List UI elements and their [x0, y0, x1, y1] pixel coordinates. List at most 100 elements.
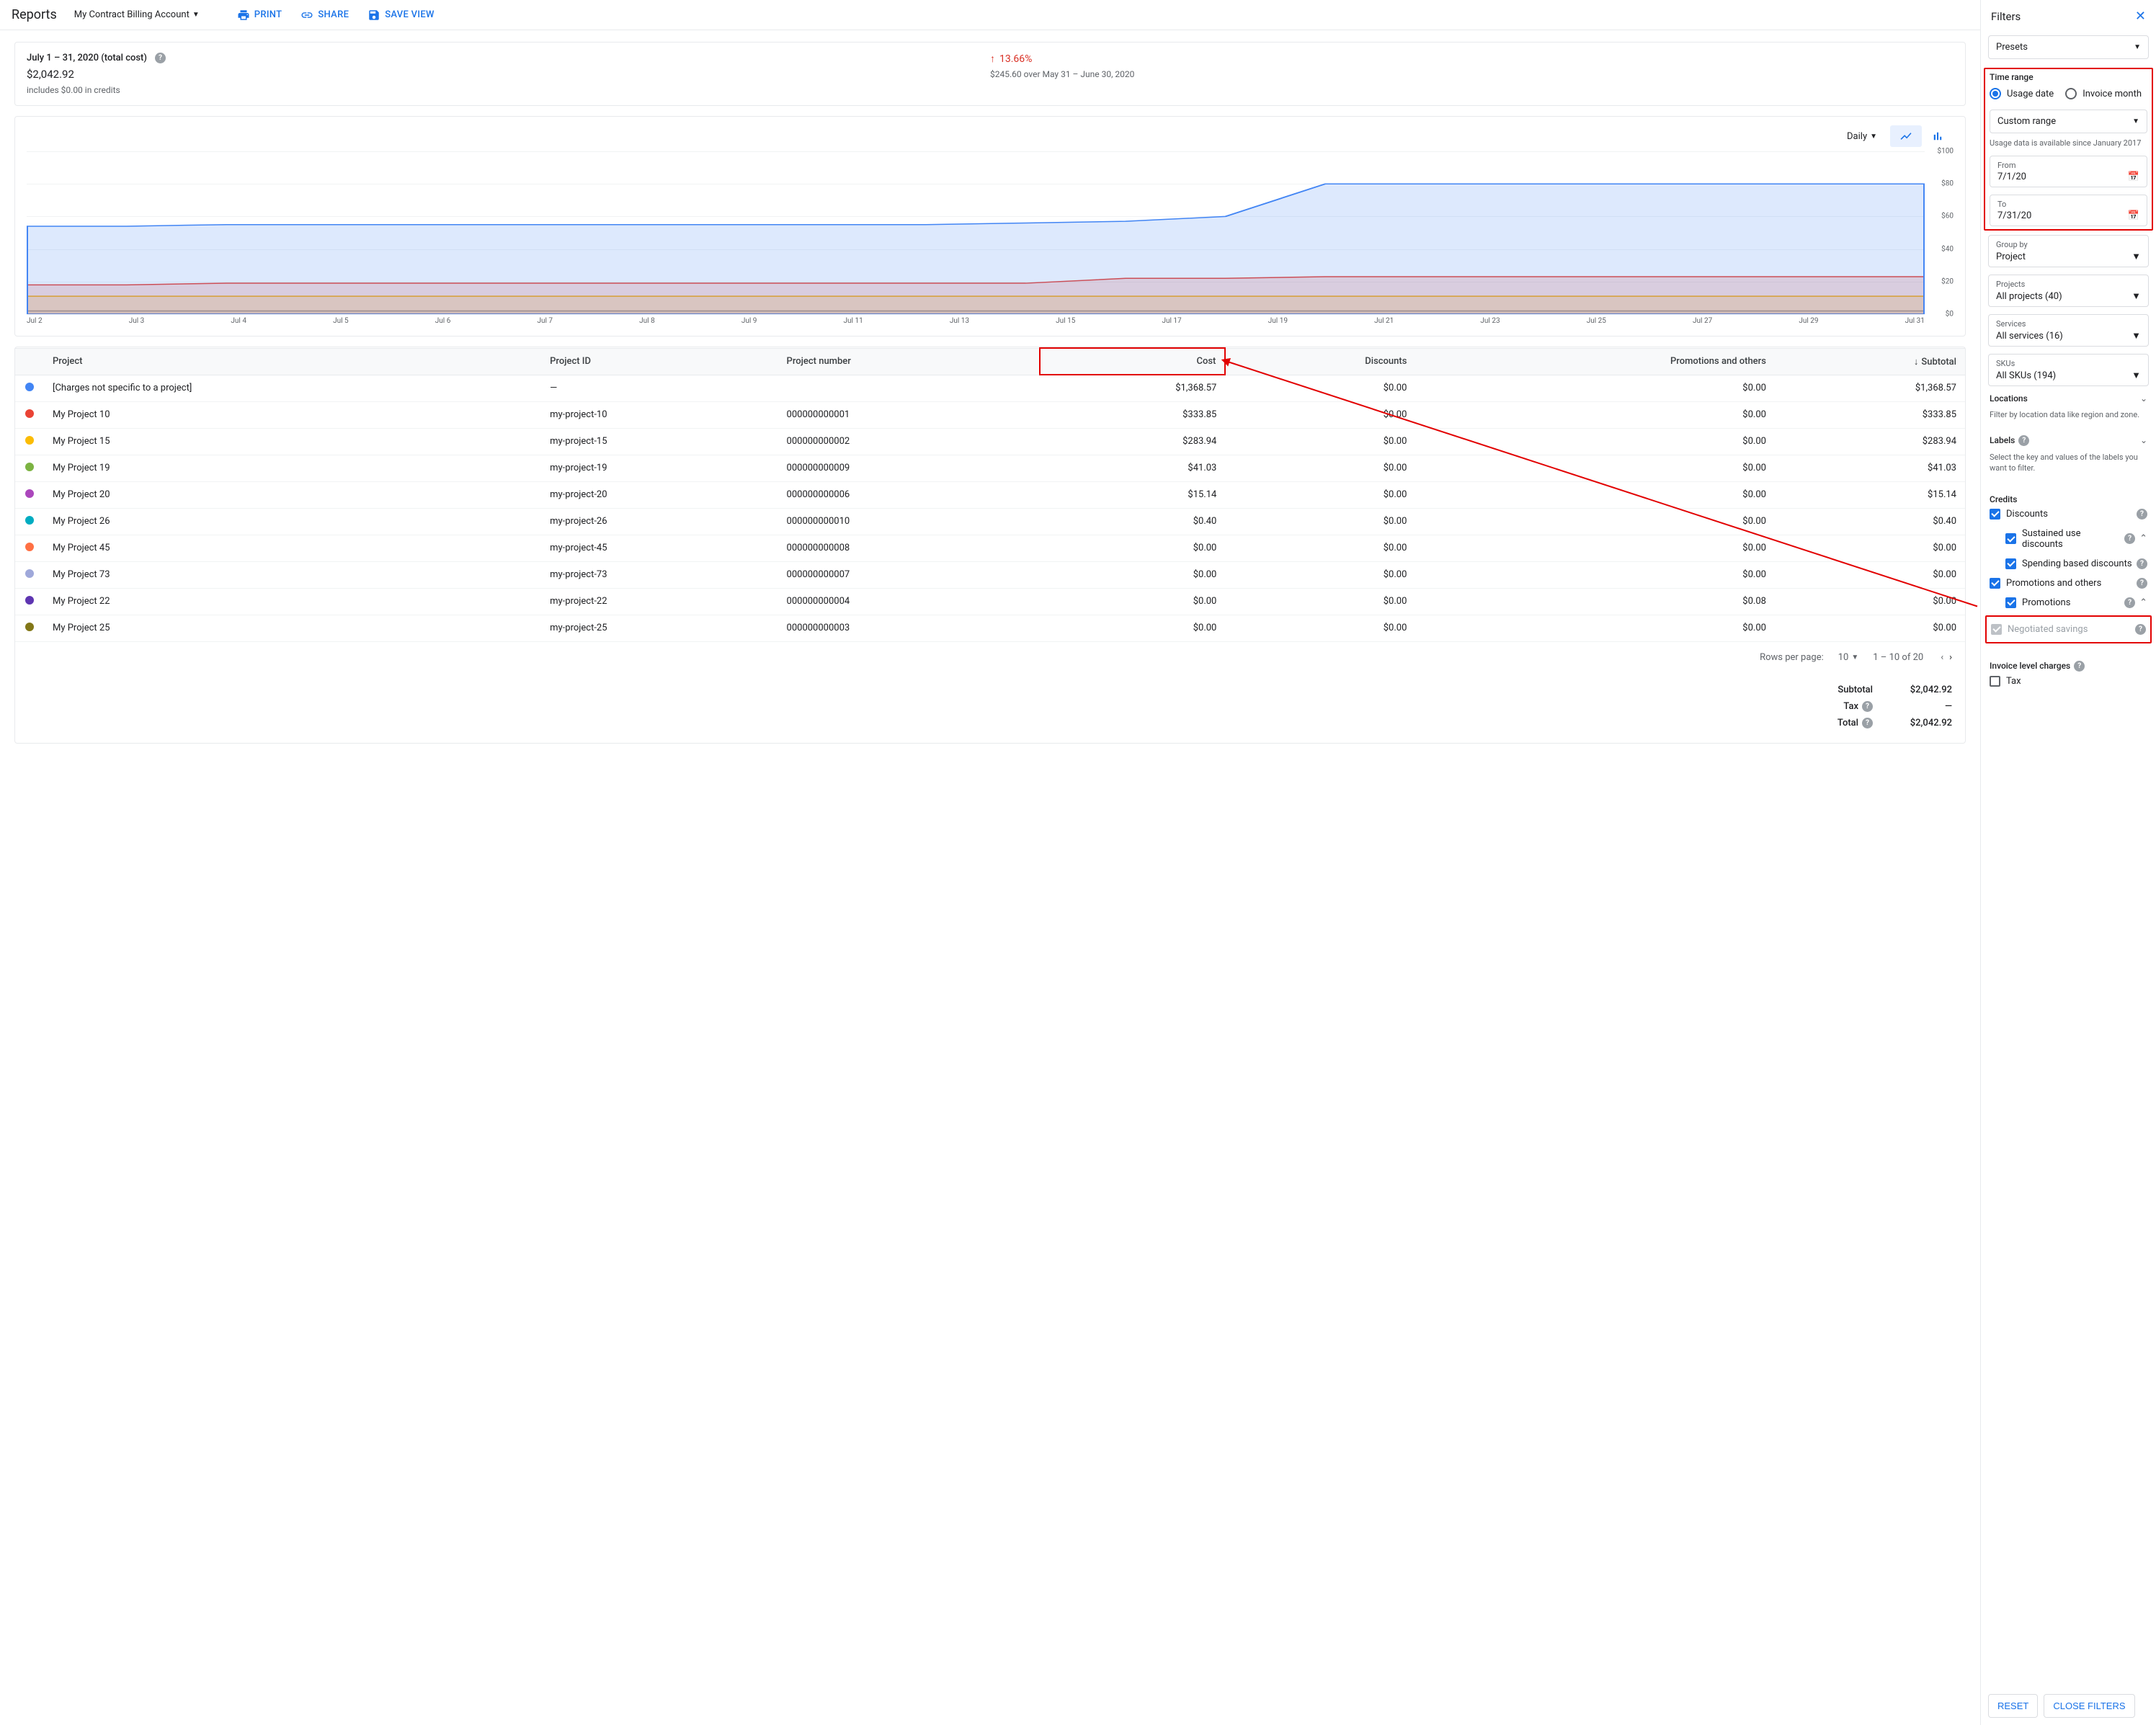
group-by-select[interactable]: Group by Project▼ — [1988, 235, 2149, 267]
filters-title: Filters — [1991, 10, 2021, 23]
services-select[interactable]: Services All services (16)▼ — [1988, 314, 2149, 347]
table-row[interactable]: My Project 22my-project-22000000000004$0… — [15, 588, 1965, 615]
presets-select[interactable]: Presets ▼ — [1988, 35, 2149, 59]
line-chart-icon — [1899, 130, 1912, 143]
summary-card: July 1 – 31, 2020 (total cost) ? $2,042.… — [14, 42, 1966, 106]
date-from-input[interactable]: From 7/1/20📅 — [1990, 156, 2147, 187]
arrow-up-icon: ↑ — [990, 53, 995, 65]
account-selector[interactable]: My Contract Billing Account ▼ — [74, 9, 200, 20]
table-row[interactable]: My Project 20my-project-20000000000006$1… — [15, 481, 1965, 508]
col-discounts[interactable]: Discounts — [1225, 348, 1415, 375]
bar-chart-toggle[interactable] — [1922, 125, 1954, 147]
summary-delta: ↑ 13.66% — [990, 53, 1954, 65]
caret-down-icon: ▼ — [1851, 654, 1858, 661]
col-project-id[interactable]: Project ID — [541, 348, 778, 375]
chevron-down-icon[interactable]: ⌄ — [2140, 435, 2147, 445]
date-to-input[interactable]: To 7/31/20📅 — [1990, 195, 2147, 226]
discounts-checkbox[interactable]: Discounts? — [1990, 504, 2147, 524]
chevron-up-icon[interactable]: ⌃ — [2139, 597, 2147, 608]
help-icon[interactable]: ? — [155, 53, 166, 63]
summary-period: July 1 – 31, 2020 (total cost) — [27, 53, 147, 63]
table-row[interactable]: My Project 25my-project-25000000000003$0… — [15, 615, 1965, 641]
close-filters-button[interactable]: CLOSE FILTERS — [2044, 1694, 2134, 1718]
help-icon[interactable]: ? — [2137, 578, 2147, 589]
caret-down-icon: ▼ — [1870, 133, 1877, 141]
calendar-icon: 📅 — [2128, 171, 2139, 182]
help-icon[interactable]: ? — [1862, 701, 1873, 712]
next-page-button[interactable]: › — [1946, 649, 1955, 666]
caret-down-icon: ▼ — [2132, 290, 2141, 302]
invoice-charges-section: Invoice level charges? Tax — [1988, 648, 2149, 698]
spending-based-checkbox[interactable]: Spending based discounts? — [1990, 554, 2147, 574]
table-row[interactable]: My Project 26my-project-26000000000010$0… — [15, 508, 1965, 535]
share-button[interactable]: SHARE — [300, 9, 349, 22]
col-project-number[interactable]: Project number — [778, 348, 1040, 375]
table-row[interactable]: My Project 10my-project-10000000000001$3… — [15, 401, 1965, 428]
caret-down-icon: ▼ — [2132, 117, 2139, 125]
filters-panel: Filters ✕ Presets ▼ Time range Usage dat… — [1980, 0, 2156, 1725]
table-row[interactable]: [Charges not specific to a project]—$1,3… — [15, 375, 1965, 401]
save-icon — [368, 9, 380, 22]
help-icon[interactable]: ? — [2124, 597, 2135, 608]
labels-section: Labels?⌄ Select the key and values of th… — [1988, 428, 2149, 481]
help-icon[interactable]: ? — [2018, 435, 2029, 446]
time-range-type-select[interactable]: Custom range ▼ — [1990, 110, 2147, 133]
cost-chart: $0$20$40$60$80$100 Jul 2Jul 3Jul 4Jul 5J… — [27, 151, 1954, 331]
calendar-icon: 📅 — [2128, 210, 2139, 221]
promotions-checkbox[interactable]: Promotions?⌃ — [1990, 593, 2147, 612]
tax-checkbox[interactable]: Tax — [1990, 672, 2147, 691]
sort-desc-icon: ↓ — [1914, 357, 1919, 367]
col-promotions[interactable]: Promotions and others — [1415, 348, 1775, 375]
reset-button[interactable]: RESET — [1988, 1694, 2038, 1718]
caret-down-icon: ▼ — [2132, 330, 2141, 342]
bar-chart-icon — [1931, 130, 1944, 143]
table-pager: Rows per page: 10 ▼ 1 – 10 of 20 ‹ › — [15, 642, 1965, 673]
help-icon[interactable]: ? — [2137, 509, 2147, 520]
invoice-month-radio[interactable]: Invoice month — [2065, 88, 2142, 99]
cost-table: Project Project ID Project number Cost D… — [15, 347, 1965, 642]
chevron-up-icon[interactable]: ⌃ — [2139, 533, 2147, 544]
col-project[interactable]: Project — [44, 348, 541, 375]
print-icon — [237, 9, 250, 22]
rows-per-page-select[interactable]: 10 ▼ — [1838, 652, 1859, 663]
usage-date-radio[interactable]: Usage date — [1990, 88, 2054, 99]
caret-down-icon: ▼ — [2132, 251, 2141, 262]
page-range: 1 – 10 of 20 — [1873, 652, 1923, 663]
print-button[interactable]: PRINT — [237, 9, 282, 22]
chevron-down-icon[interactable]: ⌄ — [2140, 393, 2147, 404]
help-icon[interactable]: ? — [2124, 533, 2135, 544]
time-range-section: Time range Usage date Invoice month Cust… — [1984, 68, 2153, 231]
caret-down-icon: ▼ — [2132, 370, 2141, 381]
table-row[interactable]: My Project 15my-project-15000000000002$2… — [15, 428, 1965, 455]
summary-credits-note: includes $0.00 in credits — [27, 85, 990, 95]
granularity-selector[interactable]: Daily ▼ — [1847, 131, 1877, 142]
locations-section: Locations⌄ Filter by location data like … — [1988, 386, 2149, 427]
link-icon — [300, 9, 313, 22]
table-row[interactable]: My Project 45my-project-45000000000008$0… — [15, 535, 1965, 561]
col-cost[interactable]: Cost — [1040, 348, 1226, 375]
close-filters-icon[interactable]: ✕ — [2135, 9, 2146, 24]
table-row[interactable]: My Project 19my-project-19000000000009$4… — [15, 455, 1965, 481]
prev-page-button[interactable]: ‹ — [1938, 649, 1946, 666]
cost-table-card: Project Project ID Project number Cost D… — [14, 347, 1966, 744]
save-view-button[interactable]: SAVE VIEW — [368, 9, 435, 22]
line-chart-toggle[interactable] — [1890, 125, 1922, 147]
chart-card: Daily ▼ $0$20$40$60$80$ — [14, 116, 1966, 336]
top-toolbar: Reports My Contract Billing Account ▼ PR… — [0, 0, 1980, 30]
credits-section: Credits Discounts? Sustained use discoun… — [1988, 481, 2149, 648]
summary-amount: $2,042.92 — [27, 68, 990, 81]
col-subtotal[interactable]: ↓Subtotal — [1775, 348, 1965, 375]
help-icon[interactable]: ? — [2074, 661, 2085, 672]
help-icon[interactable]: ? — [2137, 558, 2147, 569]
projects-select[interactable]: Projects All projects (40)▼ — [1988, 275, 2149, 307]
help-icon[interactable]: ? — [2135, 624, 2146, 635]
caret-down-icon: ▼ — [2134, 43, 2141, 51]
skus-select[interactable]: SKUs All SKUs (194)▼ — [1988, 354, 2149, 386]
negotiated-savings-checkbox: Negotiated savings? — [1991, 620, 2146, 639]
promotions-others-checkbox[interactable]: Promotions and others? — [1990, 574, 2147, 593]
sustained-use-checkbox[interactable]: Sustained use discounts?⌃ — [1990, 524, 2147, 554]
caret-down-icon: ▼ — [192, 11, 200, 19]
page-title: Reports — [12, 7, 57, 22]
help-icon[interactable]: ? — [1862, 718, 1873, 728]
table-row[interactable]: My Project 73my-project-73000000000007$0… — [15, 561, 1965, 588]
